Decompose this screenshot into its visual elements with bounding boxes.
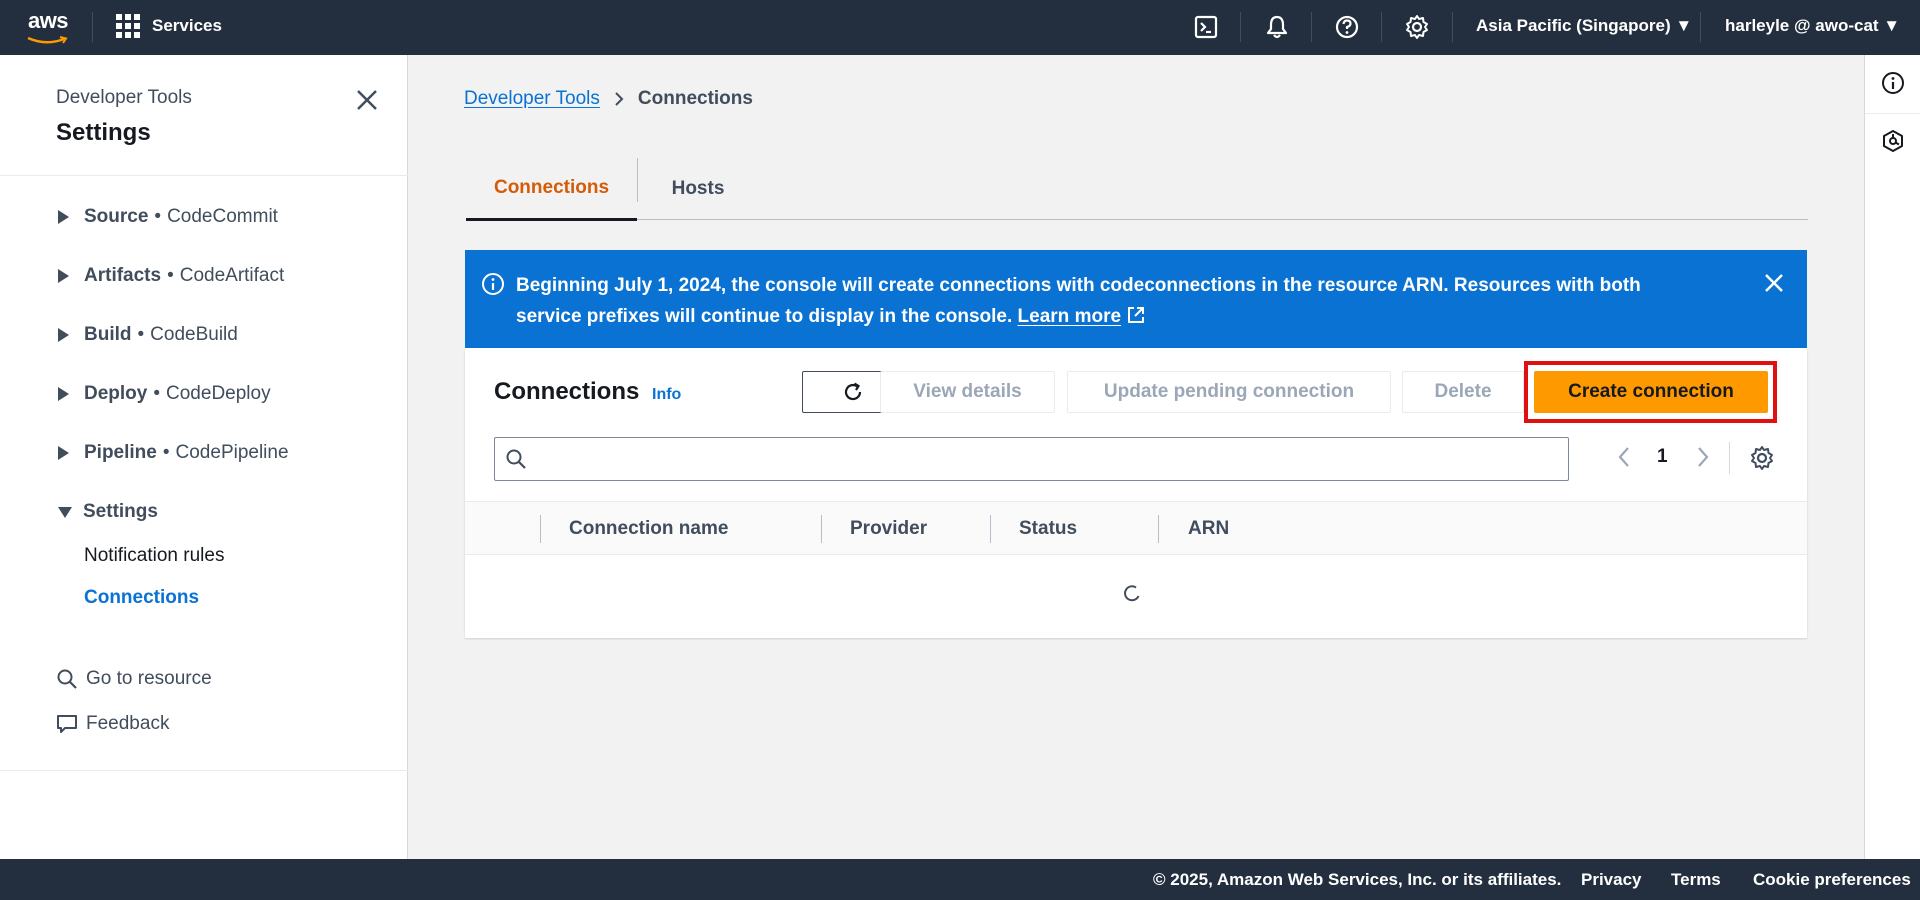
- alert-message: Beginning July 1, 2024, the console will…: [516, 270, 1696, 332]
- tab-connections[interactable]: Connections: [466, 158, 637, 221]
- column-header-arn[interactable]: ARN: [1188, 502, 1229, 556]
- search-icon: [506, 449, 526, 469]
- close-sidebar-icon[interactable]: [354, 87, 380, 113]
- sidebar-group-build[interactable]: Build • CodeBuild: [58, 324, 238, 346]
- services-menu-button[interactable]: Services: [116, 14, 222, 38]
- refresh-icon: [844, 382, 861, 401]
- tab-bar: Connections Hosts: [466, 158, 1808, 221]
- footer-copyright: © 2025, Amazon Web Services, Inc. or its…: [1153, 870, 1562, 889]
- nav-divider: [1700, 12, 1701, 42]
- cloudshell-icon[interactable]: [1193, 14, 1219, 40]
- footer: © 2025, Amazon Web Services, Inc. or its…: [0, 859, 1920, 900]
- sidebar-item-connections[interactable]: Connections: [84, 587, 199, 609]
- tab-hosts[interactable]: Hosts: [638, 158, 758, 220]
- external-link-icon: [1128, 307, 1145, 323]
- footer-terms-link[interactable]: Terms: [1671, 870, 1721, 890]
- previous-page-icon[interactable]: [1613, 442, 1635, 472]
- breadcrumb-current: Connections: [637, 88, 753, 109]
- nav-divider: [1240, 12, 1241, 42]
- nav-divider: [1311, 12, 1312, 42]
- aws-logo-text: aws: [27, 8, 69, 33]
- pagination-divider: [1729, 442, 1730, 474]
- column-header-status[interactable]: Status: [1019, 502, 1077, 556]
- breadcrumb-developer-tools[interactable]: Developer Tools: [464, 88, 600, 110]
- chevron-right-icon: [615, 92, 624, 106]
- sidebar-group-pipeline[interactable]: Pipeline • CodePipeline: [58, 442, 289, 464]
- column-divider[interactable]: [990, 515, 991, 543]
- settings-gear-icon[interactable]: [1404, 14, 1430, 40]
- services-label: Services: [152, 16, 222, 35]
- top-navigation-bar: aws Services Asia Pacific (Singapore) ▼ …: [0, 0, 1920, 55]
- info-panel-icon[interactable]: [1881, 71, 1905, 95]
- notifications-bell-icon[interactable]: [1264, 14, 1290, 40]
- services-grid-icon: [116, 14, 140, 38]
- table-title: Connections: [494, 378, 640, 405]
- info-alert-banner: Beginning July 1, 2024, the console will…: [465, 250, 1807, 348]
- column-divider[interactable]: [1158, 515, 1159, 543]
- delete-button[interactable]: Delete: [1402, 371, 1524, 413]
- nav-divider: [1381, 12, 1382, 42]
- feedback-link[interactable]: Feedback: [56, 713, 169, 735]
- account-menu[interactable]: harleyle @ awo-cat ▼: [1725, 16, 1900, 36]
- nav-divider: [1452, 12, 1453, 42]
- dismiss-alert-icon[interactable]: [1761, 270, 1787, 296]
- caret-right-icon: [58, 328, 69, 342]
- sidebar-group-settings[interactable]: Settings: [58, 501, 158, 523]
- breadcrumb: Developer Tools Connections: [464, 88, 753, 110]
- learn-more-link[interactable]: Learn more: [1018, 306, 1121, 327]
- sidebar-divider: [0, 770, 408, 771]
- aws-logo[interactable]: aws: [24, 8, 72, 46]
- column-divider[interactable]: [821, 515, 822, 543]
- nav-divider: [92, 12, 93, 42]
- preferences-gear-icon[interactable]: [1749, 445, 1775, 471]
- footer-cookie-preferences-link[interactable]: Cookie preferences: [1753, 870, 1911, 890]
- tools-rail: [1864, 55, 1920, 859]
- feedback-icon: [57, 715, 77, 733]
- sidebar-item-notification-rules[interactable]: Notification rules: [84, 545, 224, 567]
- table-header: Connection name Provider Status ARN: [465, 501, 1807, 555]
- aws-smile-icon: [27, 36, 68, 44]
- column-header-connection-name[interactable]: Connection name: [569, 502, 728, 556]
- rail-divider: [1865, 113, 1920, 114]
- update-pending-connection-button[interactable]: Update pending connection: [1067, 371, 1391, 413]
- sidebar-title: Settings: [56, 119, 151, 146]
- search-field[interactable]: [494, 437, 1569, 481]
- side-navigation: Developer Tools Settings Source • CodeCo…: [0, 55, 408, 859]
- region-selector[interactable]: Asia Pacific (Singapore) ▼: [1476, 16, 1692, 36]
- sidebar-header-link[interactable]: Developer Tools: [56, 87, 192, 109]
- related-resources-icon[interactable]: [1881, 129, 1905, 153]
- search-input[interactable]: [535, 444, 1555, 474]
- caret-right-icon: [58, 446, 69, 460]
- column-divider: [540, 515, 541, 543]
- sidebar-group-deploy[interactable]: Deploy • CodeDeploy: [58, 383, 271, 405]
- help-icon[interactable]: [1334, 14, 1360, 40]
- info-icon: [482, 273, 504, 295]
- caret-down-icon: [58, 506, 72, 518]
- sidebar-group-source[interactable]: Source • CodeCommit: [58, 206, 278, 228]
- caret-right-icon: [58, 210, 69, 224]
- current-page-number[interactable]: 1: [1657, 446, 1668, 468]
- caret-right-icon: [58, 269, 69, 283]
- create-connection-button[interactable]: Create connection: [1534, 371, 1768, 413]
- sidebar-group-artifacts[interactable]: Artifacts • CodeArtifact: [58, 265, 284, 287]
- go-to-resource-link[interactable]: Go to resource: [56, 668, 212, 690]
- column-header-provider[interactable]: Provider: [850, 502, 927, 556]
- view-details-button[interactable]: View details: [880, 371, 1055, 413]
- loading-spinner-icon: [1124, 585, 1140, 602]
- sidebar-divider: [0, 175, 408, 176]
- footer-privacy-link[interactable]: Privacy: [1581, 870, 1642, 890]
- info-link[interactable]: Info: [652, 386, 681, 404]
- next-page-icon[interactable]: [1692, 442, 1714, 472]
- search-icon: [57, 669, 77, 689]
- connections-table-container: Connections Info View details Update pen…: [465, 348, 1807, 638]
- caret-right-icon: [58, 387, 69, 401]
